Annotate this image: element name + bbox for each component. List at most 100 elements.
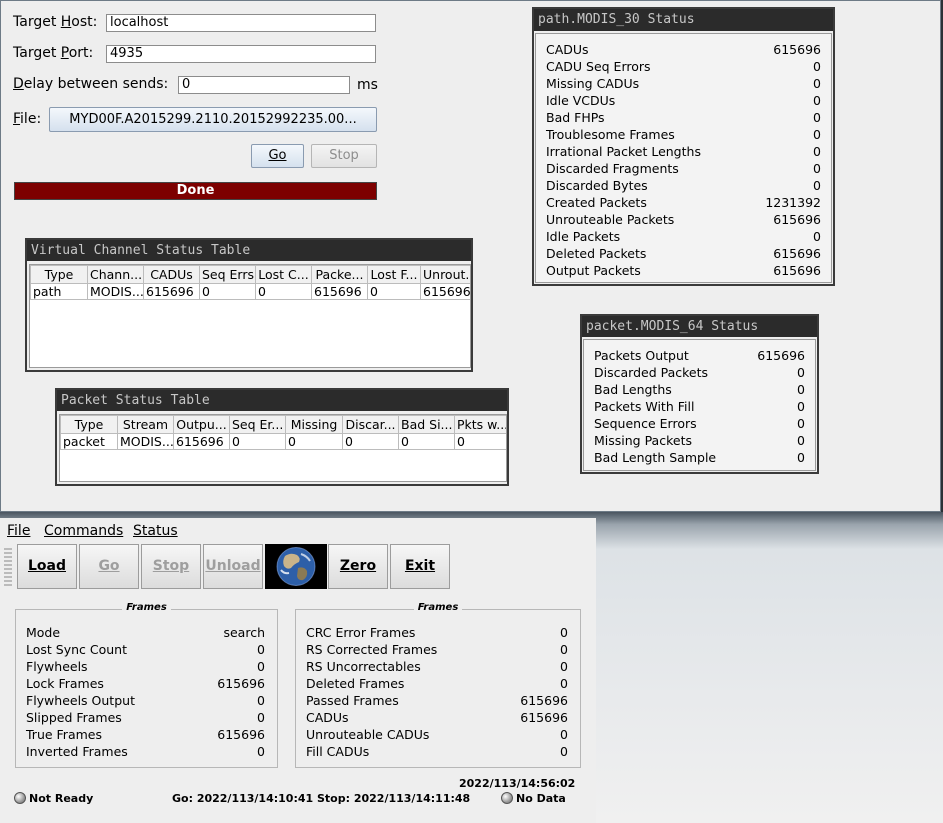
- path-status-panel: path.MODIS_30 Status CADUs 615696 CADU Seq…: [532, 7, 835, 286]
- unload-button[interactable]: Unload: [203, 544, 263, 589]
- stat-value: 615696: [757, 348, 805, 363]
- column-header[interactable]: Unrout...: [420, 265, 470, 284]
- table-row[interactable]: packet MODIS... 615696 0 0 0 0 0: [60, 433, 506, 450]
- stop-time: Stop: 2022/113/14:11:48: [317, 792, 471, 805]
- stat-label: Bad FHPs: [546, 110, 605, 125]
- stat-row: Discarded Bytes 0: [546, 177, 821, 194]
- table-cell: 0: [199, 283, 256, 300]
- column-header[interactable]: Packe...: [311, 265, 368, 284]
- menu-status[interactable]: Status: [133, 523, 178, 539]
- stat-value: 0: [560, 727, 568, 742]
- stat-row: Bad FHPs 0: [546, 109, 821, 126]
- stat-value: 0: [560, 625, 568, 640]
- stat-row: Packets With Fill 0: [594, 398, 805, 415]
- stat-label: Packets Output: [594, 348, 689, 363]
- column-header[interactable]: Lost C...: [255, 265, 312, 284]
- frames-left-title: Frames: [16, 602, 277, 613]
- stat-row: Troublesome Frames 0: [546, 126, 821, 143]
- go-button[interactable]: Go: [251, 144, 304, 168]
- stat-row: Slipped Frames 0: [26, 709, 265, 726]
- table-cell: packet: [60, 433, 118, 450]
- column-header[interactable]: Stream: [117, 415, 174, 434]
- frames-left-group: Frames Mode search Lost Sync Count 0 Flywhee…: [15, 602, 278, 768]
- column-header[interactable]: Type: [60, 415, 118, 434]
- stat-label: Irrational Packet Lengths: [546, 144, 701, 159]
- stat-label: Unrouteable CADUs: [306, 727, 430, 742]
- data-led-icon: [501, 792, 513, 804]
- stat-value: 0: [257, 659, 265, 674]
- table-cell: 615696: [420, 283, 470, 300]
- menu-commands[interactable]: Commands: [44, 523, 123, 539]
- column-header[interactable]: Chann...: [87, 265, 144, 284]
- menu-bar: File Commands Status: [0, 520, 596, 542]
- stat-value: 615696: [773, 263, 821, 278]
- column-header[interactable]: Seq Errs: [199, 265, 256, 284]
- stat-label: Deleted Packets: [546, 246, 647, 261]
- target-host-input[interactable]: localhost: [106, 14, 376, 32]
- stat-row: Packets Output 615696: [594, 347, 805, 364]
- column-header[interactable]: Type: [30, 265, 88, 284]
- column-header[interactable]: Pkts w...: [454, 415, 506, 434]
- menu-file[interactable]: File: [7, 523, 30, 539]
- stat-row: Output Packets 615696: [546, 262, 821, 279]
- stat-row: Lost Sync Count 0: [26, 641, 265, 658]
- column-header[interactable]: Missing: [285, 415, 343, 434]
- stat-row: Irrational Packet Lengths 0: [546, 143, 821, 160]
- column-header[interactable]: Bad Si...: [398, 415, 455, 434]
- stat-value: 0: [813, 59, 821, 74]
- stat-row: Idle Packets 0: [546, 228, 821, 245]
- frames-right-title-text: Frames: [413, 602, 463, 613]
- stat-row: Flywheels 0: [26, 658, 265, 675]
- stat-value: 0: [813, 76, 821, 91]
- frames-left-title-text: Frames: [122, 602, 171, 613]
- go-toolbar-button-label: Go: [98, 558, 120, 574]
- stat-label: CRC Error Frames: [306, 625, 416, 640]
- stat-label: Mode: [26, 625, 61, 640]
- table-cell: 615696: [311, 283, 368, 300]
- load-button[interactable]: Load: [17, 544, 77, 589]
- table-cell: 0: [454, 433, 506, 450]
- go-time: Go: 2022/113/14:10:41: [172, 792, 314, 805]
- exit-button[interactable]: Exit: [390, 544, 450, 589]
- target-port-input[interactable]: 4935: [106, 45, 376, 63]
- stat-value: 0: [560, 659, 568, 674]
- stop-toolbar-button[interactable]: Stop: [141, 544, 201, 589]
- vc-status-table-wrap: Type Chann... CADUs Seq Errs Lost C... P…: [29, 264, 471, 368]
- status-right-indicator: No Data: [501, 792, 566, 805]
- packet-status-panel: Packet Status Table Type Stream Outpu...…: [55, 388, 509, 486]
- stat-row: Bad Lengths 0: [594, 381, 805, 398]
- zero-button[interactable]: Zero: [328, 544, 388, 589]
- stat-value: 615696: [217, 676, 265, 691]
- column-header[interactable]: CADUs: [143, 265, 200, 284]
- stat-label: Unrouteable Packets: [546, 212, 675, 227]
- stat-label: Flywheels: [26, 659, 88, 674]
- status-left-indicator: Not Ready: [14, 792, 93, 805]
- stat-row: Discarded Packets 0: [594, 364, 805, 381]
- column-header[interactable]: Lost F...: [367, 265, 421, 284]
- stat-row: Missing Packets 0: [594, 432, 805, 449]
- target-port-label: Target Port:: [13, 45, 94, 61]
- table-row[interactable]: path MODIS... 615696 0 0 615696 0 615696: [30, 283, 470, 300]
- column-header[interactable]: Seq Er...: [229, 415, 286, 434]
- go-toolbar-button[interactable]: Go: [79, 544, 139, 589]
- table-cell: 615696: [143, 283, 200, 300]
- stat-label: Sequence Errors: [594, 416, 697, 431]
- column-header[interactable]: Discar...: [342, 415, 399, 434]
- stat-label: Missing Packets: [594, 433, 692, 448]
- stat-label: Output Packets: [546, 263, 641, 278]
- stat-value: 0: [257, 693, 265, 708]
- stat-label: Discarded Packets: [594, 365, 709, 380]
- delay-input[interactable]: 0: [178, 76, 350, 94]
- toolbar: Load Go Stop Unload Zero Exit: [0, 542, 596, 592]
- column-header[interactable]: Outpu...: [173, 415, 230, 434]
- target-host-label: Target Host:: [13, 14, 98, 30]
- stat-row: Inverted Frames 0: [26, 743, 265, 760]
- stat-label: Discarded Bytes: [546, 178, 648, 193]
- timestamp: 2022/113/14:56:02: [459, 777, 576, 790]
- stop-button[interactable]: Stop: [311, 144, 377, 168]
- toolbar-grip[interactable]: [4, 548, 12, 586]
- file-chooser-button[interactable]: MYD00F.A2015299.2110.20152992235.00...: [49, 107, 377, 132]
- packet-status-table: Type Stream Outpu... Seq Er... Missing D…: [60, 415, 506, 450]
- progress-bar: Done: [14, 182, 377, 200]
- load-button-label: Load: [27, 558, 66, 574]
